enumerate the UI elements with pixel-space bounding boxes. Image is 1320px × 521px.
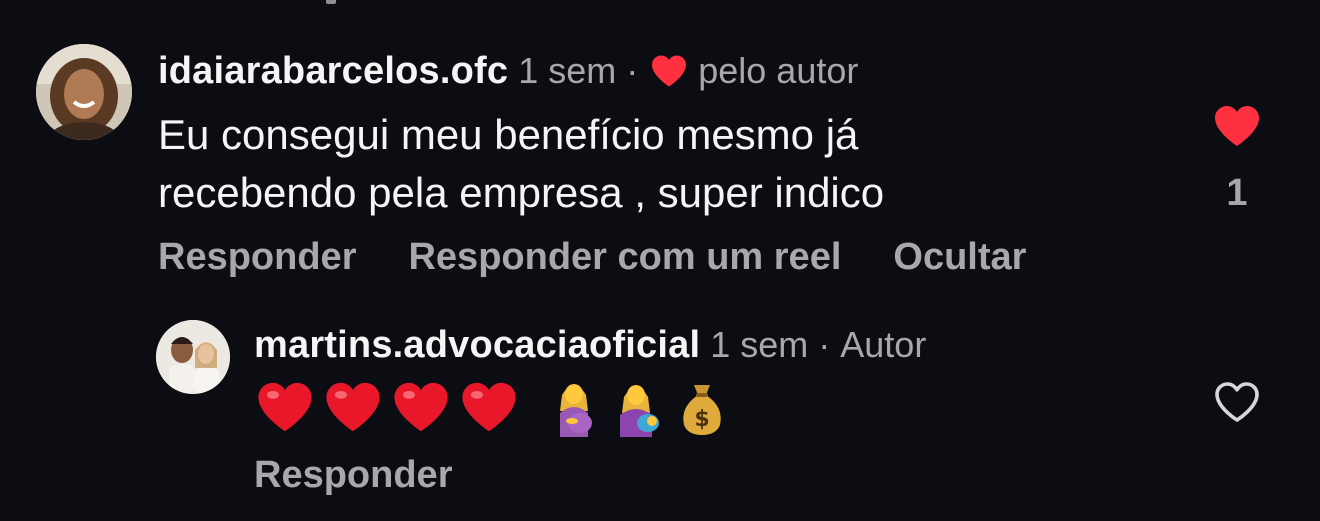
red-heart-emoji: [392, 380, 450, 434]
reply-meta: martins.advocaciaoficial 1 sem · Autor: [254, 320, 926, 370]
svg-text:$: $: [694, 407, 709, 432]
like-button[interactable]: [1212, 104, 1262, 153]
reply-button[interactable]: Responder: [158, 236, 356, 279]
comment-username[interactable]: idaiarabarcelos.ofc: [158, 50, 508, 93]
reply-actions: Responder: [254, 454, 452, 497]
liked-by-author-label: pelo autor: [698, 50, 859, 91]
reply-time: 1 sem: [710, 324, 809, 365]
red-heart-emoji: [256, 380, 314, 434]
separator-dot: ·: [626, 50, 639, 91]
comment-text-line: recebendo pela empresa , super indico: [158, 169, 885, 216]
previous-content-edge: [326, 0, 336, 4]
avatar[interactable]: [36, 44, 132, 140]
like-button[interactable]: [1212, 380, 1262, 429]
heart-outline-icon: [1215, 382, 1259, 422]
like-count: 1: [1226, 172, 1248, 214]
red-heart-emoji: [324, 380, 382, 434]
reply-button[interactable]: Responder: [254, 454, 452, 497]
heart-icon: [650, 54, 688, 88]
avatar[interactable]: [156, 320, 230, 394]
comments-view: idaiarabarcelos.ofc 1 sem · pelo autor E…: [0, 0, 1320, 521]
reply-username[interactable]: martins.advocaciaoficial: [254, 324, 700, 367]
comment-text: Eu consegui meu benefício mesmo já receb…: [158, 106, 1118, 222]
pregnant-woman-emoji: [550, 377, 598, 437]
red-heart-emoji: [460, 380, 518, 434]
hide-button[interactable]: Ocultar: [893, 236, 1026, 279]
money-bag-emoji: $: [678, 379, 726, 435]
comment-actions: Responder Responder com um reel Ocultar: [158, 236, 1078, 279]
breastfeeding-emoji: [614, 377, 662, 437]
separator-dot: ·: [818, 324, 831, 365]
avatar-photo: [156, 320, 230, 394]
reply-with-reel-button[interactable]: Responder com um reel: [408, 236, 841, 279]
avatar-photo: [36, 44, 132, 140]
author-tag: Autor: [840, 324, 927, 365]
heart-filled-icon: [1215, 106, 1259, 146]
comment-text-line: Eu consegui meu benefício mesmo já: [158, 111, 859, 158]
reply-emojis: $: [256, 376, 736, 438]
comment-meta: idaiarabarcelos.ofc 1 sem · pelo autor: [158, 46, 858, 96]
comment-time: 1 sem: [518, 50, 617, 91]
